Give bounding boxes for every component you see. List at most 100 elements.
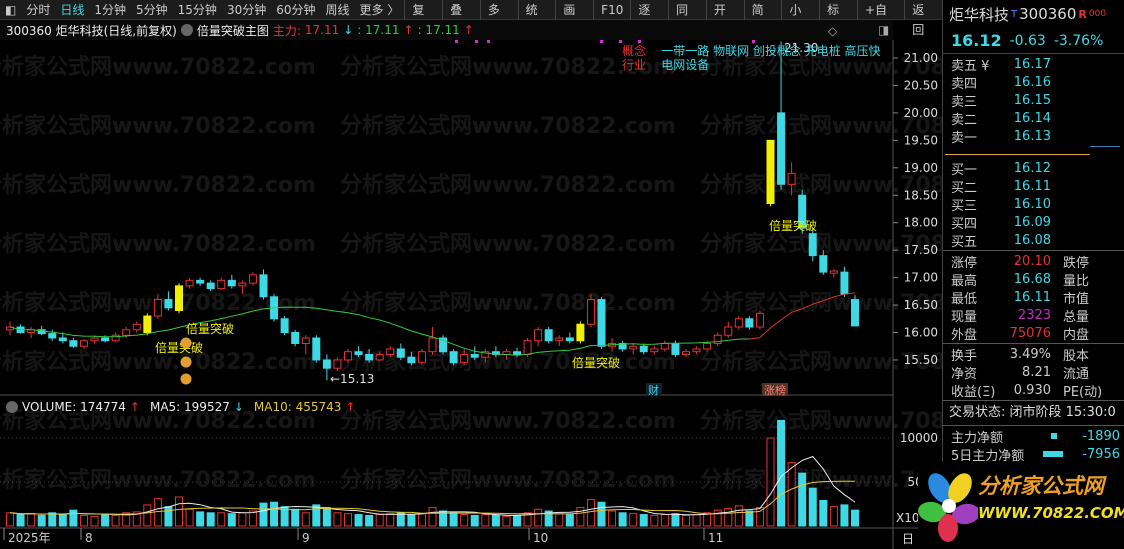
period-tabs: 分时 日线 1分钟 5分钟 15分钟 30分钟 60分钟 周线 更多 〉 <box>21 1 404 18</box>
volume-bar <box>248 510 257 527</box>
breakout-label: 倍量突破 <box>186 321 234 336</box>
indicator-dropdown-icon[interactable] <box>180 24 193 36</box>
zhuli-value: 17.11 <box>304 23 340 37</box>
quote-row: 换手 3.49% 股本 <box>943 345 1124 364</box>
period-tab[interactable]: 1分钟 <box>89 1 131 18</box>
candle <box>48 333 57 339</box>
period-tab[interactable]: 日线 <box>55 1 89 18</box>
volume-bar <box>777 419 786 527</box>
ma10-value: MA10: 455743 <box>253 400 342 414</box>
candle <box>745 318 754 328</box>
row-label-2: 跌停 <box>1063 255 1090 271</box>
toolbar-button[interactable]: +自选 <box>856 0 904 37</box>
candle <box>840 271 849 295</box>
fund-value: -7956 <box>1082 446 1120 462</box>
toolbar-button[interactable]: 画线 <box>555 0 593 37</box>
period-tab[interactable]: 15分钟 <box>173 1 222 18</box>
row-label: 买五 <box>951 234 978 250</box>
volume-bar <box>407 514 416 527</box>
candle <box>576 323 585 342</box>
toolbar-button[interactable]: F10 <box>593 0 630 20</box>
candle <box>333 359 342 369</box>
toolbar-button[interactable]: 简框 <box>743 0 782 37</box>
row-label-2: 总量 <box>1063 309 1090 325</box>
volume-bar <box>196 511 205 527</box>
volume-bar <box>819 499 828 527</box>
volume-bar <box>618 512 627 527</box>
price-tick-label: 19.00 <box>904 161 938 175</box>
row-label: 现量 <box>951 309 978 325</box>
price-tick-label: 17.50 <box>904 243 938 257</box>
quote-row: 外盘 75076 内盘 <box>943 324 1124 343</box>
toolbar-button[interactable]: 返回 <box>904 0 942 37</box>
row-value: 16.16 <box>1013 74 1051 90</box>
signal-dot <box>487 40 490 43</box>
candle <box>175 285 183 312</box>
candle <box>386 348 395 355</box>
row-value: 16.11 <box>1013 289 1051 305</box>
candle <box>407 356 416 364</box>
period-tab[interactable]: 5分钟 <box>131 1 173 18</box>
row-label: 涨停 <box>951 255 978 271</box>
stock-code: 300360 <box>1019 5 1077 23</box>
signal-dot <box>638 40 641 43</box>
toolbar-button[interactable]: 逐分 <box>630 0 668 37</box>
row-label-2: 量比 <box>1063 273 1090 289</box>
stats-table-2: 换手 3.49% 股本 净资 8.21 流通 收益(Ξ) 0.930 PE(动) <box>943 345 1124 400</box>
candle <box>639 345 648 353</box>
kline-chart[interactable]: 分析家公式网www.70822.com 分析家公式网www.70822.com 分析… <box>0 40 942 549</box>
r-badge: R <box>1078 7 1087 21</box>
volume-bar <box>79 514 88 527</box>
breakout-label: 倍量突破 <box>572 355 620 370</box>
candle <box>79 340 88 347</box>
candle <box>819 255 828 273</box>
watermark: 分析家公式网www.70822.com <box>340 172 676 198</box>
diamond-icon[interactable]: ◇ <box>828 24 837 38</box>
quote-row: 卖二 16.14 <box>943 109 1124 128</box>
value-3: : 17.11 <box>417 23 460 37</box>
indicator-name[interactable]: 倍量突破主图 <box>197 22 269 39</box>
volume-bar <box>69 509 78 527</box>
period-tab[interactable]: 30分钟 <box>222 1 271 18</box>
period-tab[interactable]: 分时 <box>21 1 55 18</box>
toolbar-button[interactable]: 小窗 <box>781 0 819 37</box>
candle <box>196 279 205 284</box>
candle <box>396 348 405 358</box>
quote-row: 买四 16.09 <box>943 213 1124 232</box>
candle <box>734 318 743 328</box>
candle <box>565 337 574 342</box>
toolbar-button[interactable]: 标记 <box>819 0 857 37</box>
period-tab[interactable]: 60分钟 <box>271 1 320 18</box>
volume-dropdown-icon[interactable] <box>6 401 18 413</box>
volume-bar <box>734 505 743 527</box>
date-label: 2025年 <box>8 531 51 545</box>
volume-bar <box>259 502 268 527</box>
toolbar-button[interactable]: 统计 <box>517 0 556 37</box>
volume-bar <box>597 501 606 527</box>
volume-bar <box>671 513 680 527</box>
period-unit: 日 <box>902 532 914 546</box>
up-arrow-icon: ↑ <box>129 400 140 414</box>
quote-row: 卖五 ¥ 16.17 <box>943 55 1124 74</box>
candle <box>555 337 564 342</box>
toolbar-button[interactable]: 复权 <box>404 0 442 37</box>
toolbar-button[interactable]: 多股 <box>479 0 518 37</box>
volume-bar <box>217 512 226 527</box>
fund-row: 5日主力净额 -7956 <box>943 445 1124 464</box>
candle <box>829 270 838 274</box>
period-tab[interactable]: 更多 〉 <box>355 1 405 18</box>
concept-label: 概念 <box>622 44 647 58</box>
fund-bar <box>1051 433 1057 439</box>
panel-toggle-icon[interactable]: ◧ <box>0 3 21 17</box>
toolbar-button[interactable]: 同资 <box>668 0 706 37</box>
row-label-2: 内盘 <box>1063 327 1090 343</box>
price-tick-label: 21.00 <box>904 51 938 65</box>
panel-icon[interactable]: ◨ <box>878 23 889 37</box>
period-tab[interactable]: 周线 <box>321 1 355 18</box>
toolbar-button[interactable]: 叠加 <box>442 0 480 37</box>
toolbar-button[interactable]: 开资 <box>705 0 744 37</box>
price-change: -0.63 <box>1009 32 1046 49</box>
quote-row: 卖一 16.13 <box>943 127 1124 146</box>
candle <box>787 172 796 185</box>
watermark: 分析家公式网www.70822.com <box>340 113 676 139</box>
